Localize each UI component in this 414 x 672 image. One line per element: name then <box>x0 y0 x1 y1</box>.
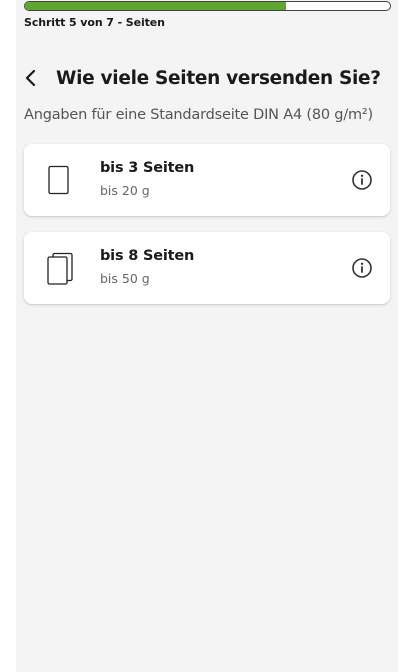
back-button[interactable] <box>24 64 48 92</box>
option-card-3-pages[interactable]: bis 3 Seiten bis 20 g <box>24 144 390 216</box>
single-page-icon <box>48 165 69 195</box>
step-label: Schritt 5 von 7 - Seiten <box>24 16 165 29</box>
stacked-pages-icon <box>47 252 73 285</box>
page-subtitle: Angaben für eine Standardseite DIN A4 (8… <box>24 107 373 123</box>
option-title: bis 3 Seiten <box>100 160 195 176</box>
option-text: bis 8 Seiten bis 50 g <box>100 247 194 287</box>
option-weight: bis 20 g <box>100 183 150 198</box>
option-card-8-pages[interactable]: bis 8 Seiten bis 50 g <box>24 232 390 304</box>
option-title: bis 8 Seiten <box>100 248 195 264</box>
option-text: bis 3 Seiten bis 20 g <box>100 159 194 199</box>
progress-bar-fill <box>25 2 286 10</box>
page-background <box>16 0 398 672</box>
chevron-left-icon <box>25 69 36 87</box>
page-header: Wie viele Seiten versenden Sie? <box>24 64 381 92</box>
page-title: Wie viele Seiten versenden Sie? <box>56 67 381 89</box>
info-icon[interactable] <box>351 169 373 191</box>
option-weight: bis 50 g <box>100 271 150 286</box>
info-icon[interactable] <box>351 257 373 279</box>
progress-bar <box>24 1 391 11</box>
